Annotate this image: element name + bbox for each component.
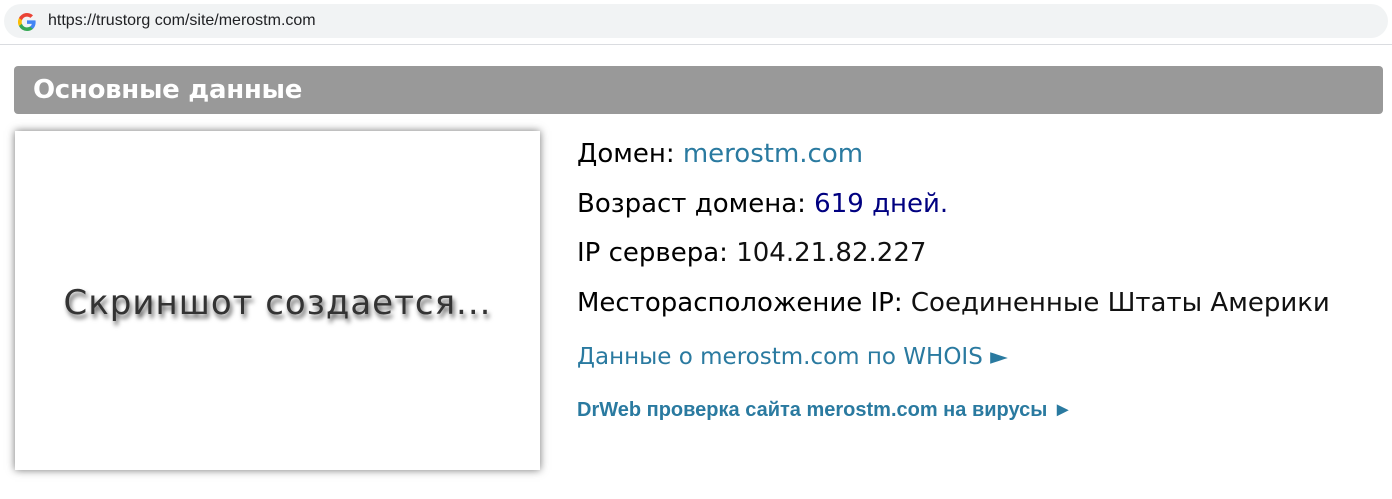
server-ip-value: 104.21.82.227 [736,238,927,268]
url-text: https://trustorg com/site/merostm.com [48,12,316,29]
ip-location-value: Соединенные Штаты Америки [910,288,1330,318]
drweb-link[interactable]: DrWeb проверка сайта merostm.com на виру… [577,392,1073,428]
domain-link[interactable]: merostm.com [683,139,863,169]
server-ip-label: IP сервера: [577,238,728,268]
ip-location-row: Месторасположение IP: Соединенные Штаты … [577,285,1330,321]
domain-label: Домен: [577,139,675,169]
section-header: Основные данные [14,66,1383,114]
google-g-icon [18,13,36,31]
domain-age-label: Возраст домена: [577,189,806,219]
screenshot-placeholder-text: Скриншот создается... [63,283,492,323]
url-field[interactable]: https://trustorg com/site/merostm.com [4,4,1388,38]
site-screenshot-placeholder: Скриншот создается... [15,131,540,470]
section-title: Основные данные [33,75,303,105]
browser-address-bar: https://trustorg com/site/merostm.com [0,0,1392,45]
domain-age-row: Возраст домена: 619 дней. [577,186,948,222]
domain-row: Домен: merostm.com [577,136,863,172]
ip-location-label: Месторасположение IP: [577,288,903,318]
whois-link[interactable]: Данные о merostm.com по WHOIS ► [577,339,1008,375]
server-ip-row: IP сервера: 104.21.82.227 [577,235,926,271]
domain-age-value: 619 дней. [814,189,949,219]
